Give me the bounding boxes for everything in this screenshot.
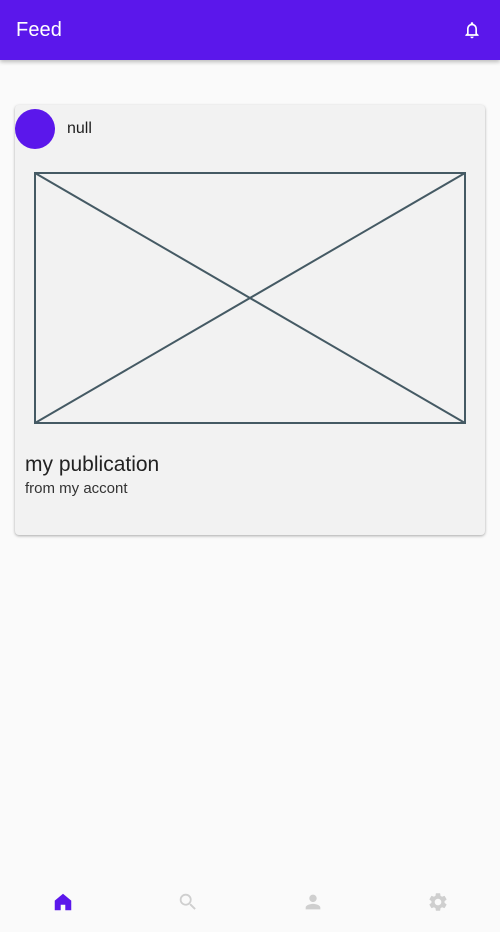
nav-item-profile[interactable] bbox=[250, 872, 375, 932]
settings-icon bbox=[428, 893, 447, 911]
avatar[interactable] bbox=[15, 109, 55, 149]
notifications-button[interactable] bbox=[460, 18, 484, 42]
nav-item-search[interactable] bbox=[125, 872, 250, 932]
nav-item-home[interactable] bbox=[0, 872, 125, 932]
post-subtitle: from my accont bbox=[25, 480, 128, 497]
bottom-navigation bbox=[0, 872, 500, 932]
app-bar: Feed bbox=[0, 0, 500, 60]
post-card[interactable]: null my publication from my accont bbox=[15, 105, 485, 535]
nav-item-settings[interactable] bbox=[375, 872, 500, 932]
home-icon bbox=[54, 893, 71, 911]
bell-icon bbox=[465, 22, 479, 39]
page-title: Feed bbox=[16, 18, 62, 41]
post-title: my publication bbox=[25, 453, 160, 476]
person-icon bbox=[305, 894, 320, 910]
image-placeholder bbox=[34, 172, 466, 424]
search-icon bbox=[179, 893, 196, 910]
author-name: null bbox=[67, 120, 92, 137]
